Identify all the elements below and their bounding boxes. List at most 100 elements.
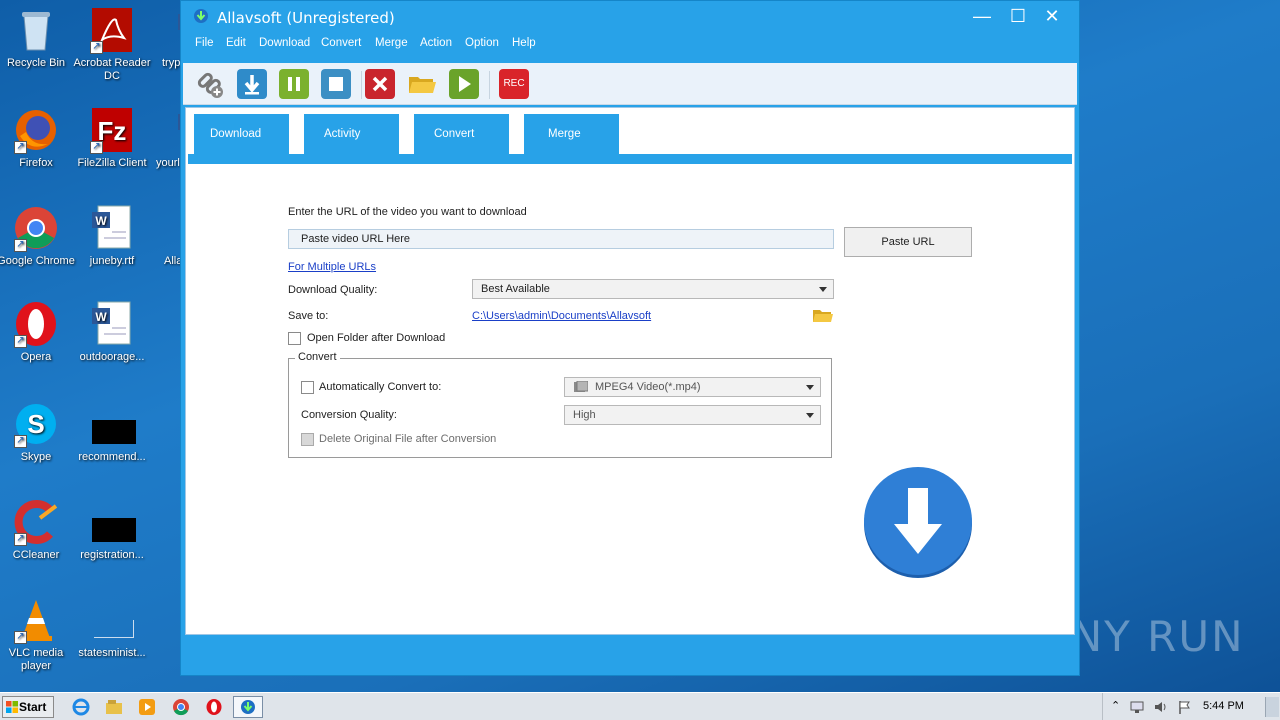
- volume-icon[interactable]: [1153, 699, 1169, 715]
- menu-convert[interactable]: Convert: [321, 37, 361, 49]
- delete-original-checkbox[interactable]: [301, 433, 314, 446]
- pause-icon[interactable]: [279, 69, 309, 99]
- toolbar-separator: [361, 71, 362, 99]
- window-title: Allavsoft (Unregistered): [217, 9, 395, 27]
- menu-download[interactable]: Download: [259, 37, 310, 49]
- menu-option[interactable]: Option: [465, 37, 499, 49]
- start-button[interactable]: Start: [2, 696, 54, 718]
- vlc-icon: ↗: [12, 596, 60, 644]
- url-input[interactable]: Paste video URL Here: [288, 229, 834, 249]
- desktop-icon-recycle-bin[interactable]: Recycle Bin: [0, 6, 76, 70]
- filezilla-icon: Fz ↗: [88, 106, 136, 154]
- desktop-icon-outdoorage[interactable]: W outdoorage...: [72, 300, 152, 364]
- maximize-button[interactable]: ☐: [1003, 5, 1033, 29]
- firefox-icon: ↗: [12, 106, 60, 154]
- toolbar: REC: [183, 63, 1077, 105]
- show-desktop-button[interactable]: [1265, 697, 1279, 717]
- start-download-button[interactable]: [862, 466, 974, 578]
- opera-taskbar-icon[interactable]: [205, 698, 223, 716]
- paste-url-button[interactable]: Paste URL: [844, 227, 972, 257]
- delete-icon[interactable]: [365, 69, 395, 99]
- add-link-icon[interactable]: [195, 69, 225, 99]
- desktop-icon-recommend[interactable]: recommend...: [72, 400, 152, 464]
- desktop-icon-skype[interactable]: S ↗ Skype: [0, 400, 76, 464]
- folder-browse-icon[interactable]: [812, 307, 834, 323]
- tab-convert[interactable]: Convert: [414, 114, 509, 156]
- desktop-icon-ccleaner[interactable]: ↗ CCleaner: [0, 498, 76, 562]
- action-center-flag-icon[interactable]: [1177, 699, 1193, 715]
- conversion-quality-value: High: [573, 409, 596, 421]
- chrome-icon: ↗: [12, 204, 60, 252]
- convert-group-title: Convert: [295, 351, 340, 363]
- chrome-taskbar-icon[interactable]: [172, 698, 190, 716]
- open-folder-label: Open Folder after Download: [307, 332, 446, 344]
- file-explorer-icon[interactable]: [105, 698, 123, 716]
- start-label: Start: [19, 700, 47, 714]
- save-to-path-link[interactable]: C:\Users\admin\Documents\Allavsoft: [472, 310, 651, 322]
- desktop-icon-registration[interactable]: registration...: [72, 498, 152, 562]
- chevron-down-icon: [819, 287, 827, 292]
- open-folder-checkbox[interactable]: [288, 332, 301, 345]
- multiple-urls-link[interactable]: For Multiple URLs: [288, 261, 376, 273]
- auto-convert-format-value: MPEG4 Video(*.mp4): [595, 381, 701, 393]
- skype-icon: S ↗: [12, 400, 60, 448]
- media-player-icon[interactable]: [138, 698, 156, 716]
- video-file-icon: [574, 380, 589, 393]
- clock-time[interactable]: 5:44 PM: [1203, 700, 1244, 712]
- opera-icon: ↗: [12, 300, 60, 348]
- close-button[interactable]: ✕: [1037, 5, 1067, 29]
- chevron-down-icon: [806, 413, 814, 418]
- tab-strip: [188, 154, 1072, 164]
- download-quality-value: Best Available: [481, 283, 550, 295]
- download-quality-select[interactable]: Best Available: [472, 279, 834, 299]
- stop-icon[interactable]: [321, 69, 351, 99]
- conversion-quality-select[interactable]: High: [564, 405, 821, 425]
- menu-file[interactable]: File: [195, 37, 214, 49]
- tab-merge[interactable]: Merge: [524, 114, 619, 156]
- auto-convert-format-select[interactable]: MPEG4 Video(*.mp4): [564, 377, 821, 397]
- allavsoft-window: Allavsoft (Unregistered) — ☐ ✕ File Edit…: [180, 0, 1080, 676]
- menu-action[interactable]: Action: [420, 37, 452, 49]
- show-hidden-icons-icon[interactable]: ⌃: [1111, 699, 1120, 712]
- menu-edit[interactable]: Edit: [226, 37, 246, 49]
- svg-text:W: W: [95, 214, 107, 228]
- ccleaner-icon: ↗: [12, 498, 60, 546]
- allavsoft-taskbar-button[interactable]: [233, 696, 263, 718]
- desktop-icon-chrome[interactable]: ↗ Google Chrome: [0, 204, 76, 268]
- desktop-icon-opera[interactable]: ↗ Opera: [0, 300, 76, 364]
- chevron-down-icon: [806, 385, 814, 390]
- conversion-quality-label: Conversion Quality:: [301, 409, 397, 421]
- delete-original-label: Delete Original File after Conversion: [319, 433, 497, 445]
- network-icon[interactable]: [1129, 699, 1145, 715]
- download-icon[interactable]: [237, 69, 267, 99]
- recycle-bin-icon: [12, 6, 60, 54]
- internet-explorer-icon[interactable]: [72, 698, 90, 716]
- rec-button[interactable]: REC: [499, 69, 529, 99]
- toolbar-separator: [489, 71, 490, 99]
- word-document-icon: W: [88, 300, 136, 348]
- auto-convert-checkbox[interactable]: [301, 381, 314, 394]
- menu-merge[interactable]: Merge: [375, 37, 408, 49]
- title-bar[interactable]: Allavsoft (Unregistered) — ☐ ✕: [181, 1, 1079, 33]
- taskbar: Start ⌃ 5:44 PM: [0, 692, 1280, 720]
- desktop-icon-firefox[interactable]: ↗ Firefox: [0, 106, 76, 170]
- menu-bar: File Edit Download Convert Merge Action …: [181, 33, 1079, 59]
- blank-thumbnail-icon: [88, 596, 136, 644]
- play-icon[interactable]: [449, 69, 479, 99]
- desktop-icon-vlc[interactable]: ↗ VLC media player: [0, 596, 76, 673]
- allavsoft-app-icon: [193, 8, 209, 24]
- desktop-icon-statesminist[interactable]: statesminist...: [72, 596, 152, 660]
- minimize-button[interactable]: —: [967, 5, 997, 29]
- save-to-label: Save to:: [288, 310, 329, 322]
- black-thumbnail-icon: [88, 498, 136, 546]
- url-prompt: Enter the URL of the video you want to d…: [288, 206, 527, 218]
- tab-activity[interactable]: Activity: [304, 114, 399, 156]
- system-tray: ⌃ 5:44 PM: [1102, 693, 1280, 720]
- allavsoft-app-icon: [240, 699, 256, 715]
- auto-convert-label: Automatically Convert to:: [319, 381, 442, 393]
- open-folder-icon[interactable]: [407, 69, 437, 99]
- menu-help[interactable]: Help: [512, 37, 536, 49]
- tab-bar: Download Activity Convert Merge: [186, 108, 1074, 164]
- tab-download[interactable]: Download: [194, 114, 289, 156]
- convert-groupbox: Convert Automatically Convert to: MPEG4 …: [288, 351, 832, 458]
